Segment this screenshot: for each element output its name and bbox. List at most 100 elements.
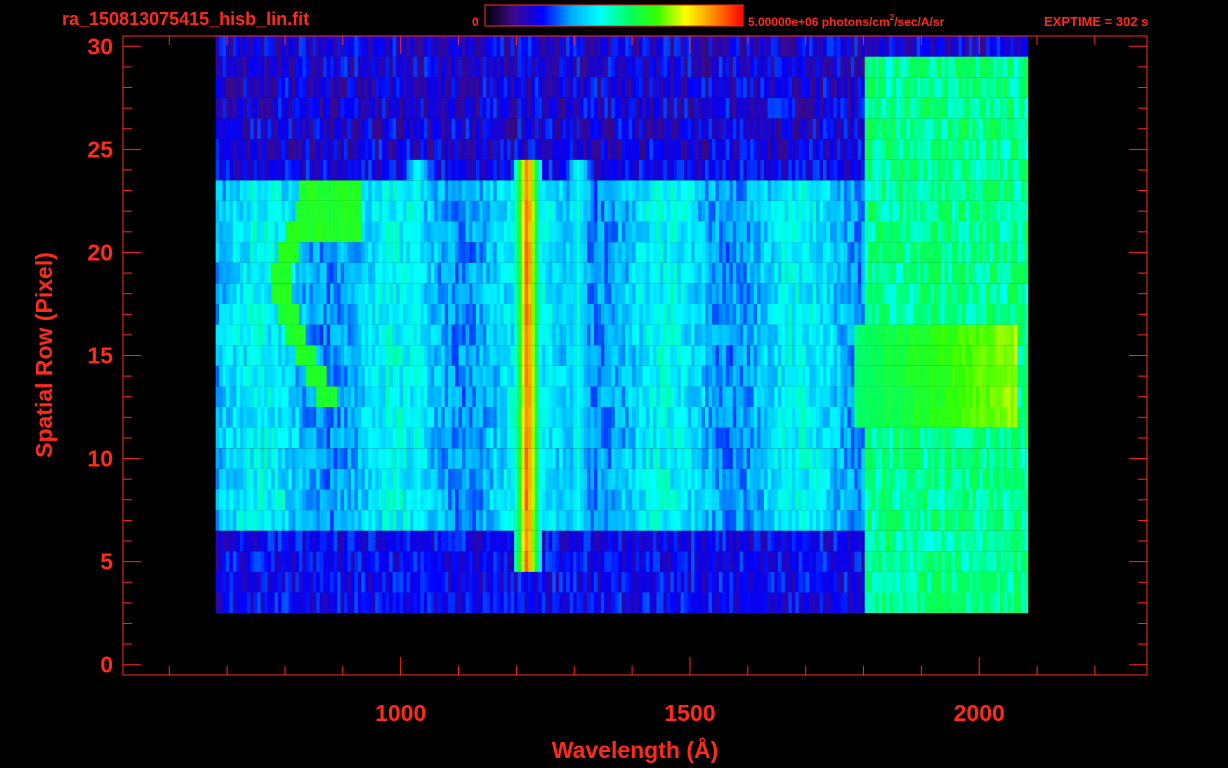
heatmap-cell: [416, 448, 421, 469]
heatmap-cell: [885, 304, 890, 325]
heatmap-cell: [677, 489, 681, 511]
heatmap-cell: [455, 262, 459, 284]
heatmap-cell: [357, 324, 362, 346]
heatmap-cell: [951, 221, 956, 243]
heatmap-cell: [958, 407, 963, 428]
heatmap-cell: [701, 468, 706, 490]
heatmap-cell: [902, 407, 907, 428]
heatmap-cell: [618, 427, 622, 449]
heatmap-cell: [239, 242, 244, 263]
heatmap-cell: [576, 551, 581, 572]
heatmap-cell: [718, 468, 723, 490]
heatmap-cell: [1010, 283, 1015, 304]
heatmap-cell: [677, 221, 681, 243]
heatmap-cell: [951, 571, 956, 593]
heatmap-cell: [614, 386, 619, 407]
heatmap-cell: [812, 551, 817, 572]
heatmap-cell: [854, 551, 859, 572]
heatmap-cell: [1003, 221, 1008, 243]
heatmap-cell: [378, 221, 383, 243]
heatmap-cell: [965, 365, 970, 387]
heatmap-cell: [357, 571, 362, 593]
heatmap-cell: [982, 221, 987, 243]
heatmap-cell: [239, 468, 244, 490]
heatmap-cell: [434, 571, 438, 593]
heatmap-cell: [941, 489, 945, 511]
heatmap-cell: [274, 262, 279, 284]
heatmap-cell: [718, 489, 723, 511]
heatmap-cell: [434, 304, 438, 325]
heatmap-cell: [576, 530, 581, 552]
heatmap-cell: [784, 530, 789, 552]
heatmap-cell: [566, 530, 570, 552]
heatmap-cell: [611, 365, 616, 387]
heatmap-cell: [718, 200, 723, 222]
heatmap-cell: [993, 407, 997, 428]
heatmap-cell: [861, 324, 865, 346]
heatmap-cell: [1003, 200, 1008, 222]
heatmap-cell: [344, 551, 348, 572]
heatmap-cell: [795, 489, 800, 511]
heatmap-cell: [222, 592, 227, 614]
heatmap-cell: [479, 510, 484, 531]
heatmap-cell: [278, 510, 282, 531]
heatmap-cell: [1017, 448, 1022, 469]
heatmap-cell: [656, 530, 661, 552]
heatmap-cell: [1003, 489, 1008, 511]
heatmap-cell: [864, 386, 869, 407]
heatmap-cell: [434, 448, 438, 469]
heatmap-cell: [941, 551, 945, 572]
heatmap-cell: [781, 510, 786, 531]
heatmap-cell: [732, 221, 737, 243]
heatmap-cell: [316, 407, 320, 428]
heatmap-cell: [458, 468, 463, 490]
heatmap-cell: [795, 304, 800, 325]
heatmap-cell: [948, 242, 952, 263]
heatmap-cell: [757, 345, 761, 366]
heatmap-cell: [666, 468, 671, 490]
heatmap-cell: [534, 365, 539, 387]
heatmap-cell: [899, 427, 904, 449]
heatmap-cell: [843, 262, 848, 284]
heatmap-cell: [687, 489, 692, 511]
heatmap-cell: [705, 407, 709, 428]
heatmap-cell: [514, 200, 518, 222]
heatmap-cell: [281, 283, 286, 304]
heatmap-cell: [590, 468, 595, 490]
heatmap-cell: [670, 221, 675, 243]
heatmap-cell: [878, 386, 883, 407]
heatmap-cell: [868, 386, 872, 407]
heatmap-cell: [920, 242, 924, 263]
heatmap-cell: [614, 365, 619, 387]
heatmap-cell: [920, 283, 924, 304]
heatmap-cell: [337, 592, 341, 614]
heatmap-cell: [465, 180, 470, 201]
heatmap-cell: [222, 200, 227, 222]
heatmap-cell: [496, 468, 501, 490]
heatmap-cell: [864, 468, 869, 490]
heatmap-cell: [361, 571, 366, 593]
heatmap-cell: [541, 283, 546, 304]
heatmap-cell: [416, 468, 421, 490]
heatmap-cell: [524, 386, 529, 407]
heatmap-cell: [927, 262, 931, 284]
heatmap-cell: [656, 551, 661, 572]
heatmap-cell: [479, 427, 484, 449]
heatmap-cell: [739, 324, 744, 346]
heatmap-cell: [642, 304, 647, 325]
heatmap-cell: [420, 324, 425, 346]
heatmap-cell: [986, 304, 990, 325]
heatmap-cell: [711, 365, 716, 387]
heatmap-cell: [295, 571, 300, 593]
heatmap-cell: [854, 365, 859, 387]
heatmap-cell: [1024, 551, 1029, 572]
heatmap-cell: [694, 262, 699, 284]
heatmap-cell: [257, 448, 261, 469]
heatmap-cell: [257, 365, 261, 387]
heatmap-cell: [354, 365, 359, 387]
heatmap-cell: [285, 221, 289, 243]
heatmap-cell: [413, 592, 418, 614]
heatmap-cell: [639, 592, 643, 614]
heatmap-cell: [368, 468, 373, 490]
heatmap-cell: [427, 283, 432, 304]
